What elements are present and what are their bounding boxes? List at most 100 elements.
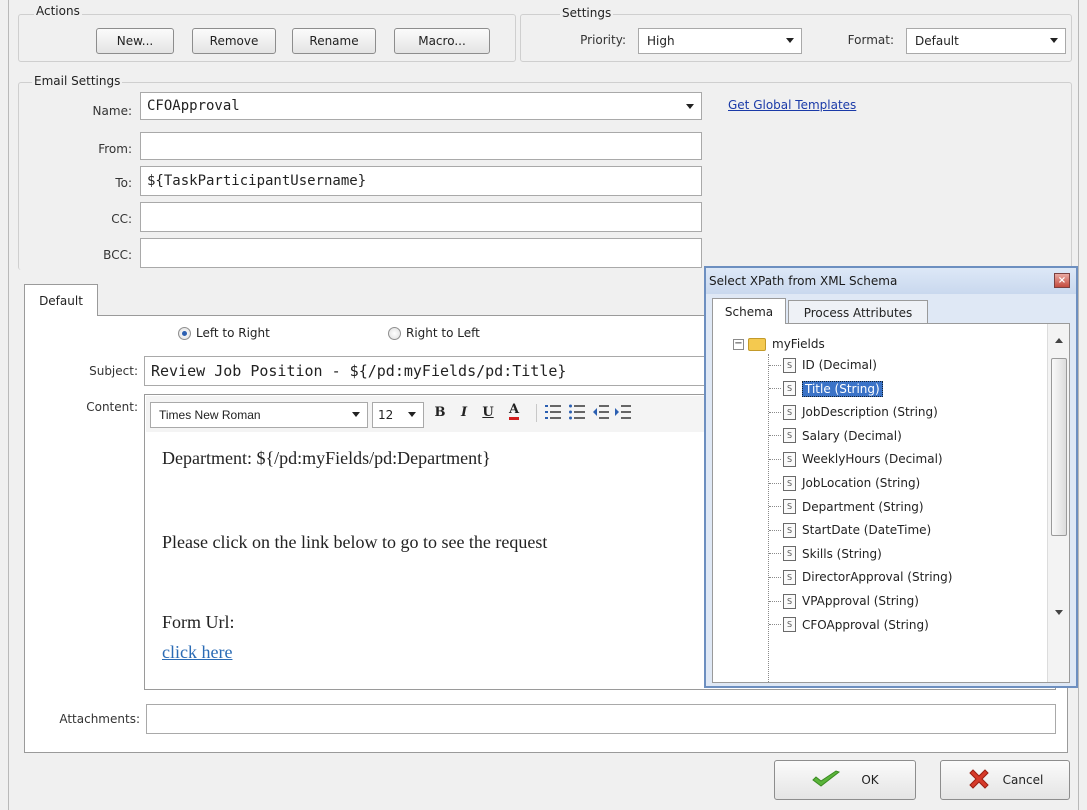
xpath-tab-schema-label: Schema	[724, 304, 774, 319]
tree-node[interactable]: S DirectorApproval (String)	[769, 566, 952, 588]
bcc-field[interactable]	[140, 238, 702, 268]
italic-button[interactable]: I	[456, 405, 472, 420]
field-node-icon: S	[783, 569, 796, 585]
bullet-list-icon[interactable]	[568, 402, 586, 424]
font-select[interactable]: Times New Roman	[150, 402, 368, 428]
chevron-down-icon	[686, 104, 694, 109]
cancel-label: Cancel	[1002, 773, 1044, 787]
tree-connector	[769, 624, 781, 626]
field-node-icon: S	[783, 451, 796, 467]
checkmark-icon	[811, 769, 841, 792]
tree-node[interactable]: S Skills (String)	[769, 543, 882, 565]
field-node-icon: S	[783, 381, 796, 397]
field-node-icon: S	[783, 593, 796, 609]
tree-node[interactable]: S CFOApproval (String)	[769, 614, 929, 636]
tree-node-label: Title (String)	[802, 380, 883, 397]
macro-button[interactable]: Macro...	[394, 28, 490, 54]
scroll-thumb[interactable]	[1051, 358, 1067, 536]
priority-value: High	[647, 34, 675, 48]
tree-node-label: ID (Decimal)	[802, 358, 877, 372]
click-here-link[interactable]: click here	[162, 642, 232, 663]
tree-connector	[769, 506, 781, 508]
tree-connector	[769, 364, 781, 366]
to-label: To:	[115, 176, 132, 190]
priority-select[interactable]: High	[638, 28, 802, 54]
xpath-dialog-title: Select XPath from XML Schema	[709, 274, 898, 288]
indent-icon[interactable]	[614, 402, 632, 424]
tree-node-label: DirectorApproval (String)	[802, 570, 953, 585]
name-value: CFOApproval	[147, 98, 240, 114]
font-size-select[interactable]: 12	[372, 402, 424, 428]
xpath-dialog-close[interactable]: ×	[1054, 273, 1070, 288]
tree-node[interactable]: S StartDate (DateTime)	[769, 519, 931, 541]
remove-button[interactable]: Remove	[192, 28, 276, 54]
tab-default[interactable]: Default	[24, 284, 98, 316]
ltr-label: Left to Right	[196, 326, 270, 340]
collapse-icon[interactable]: −	[733, 338, 744, 350]
numbered-list-icon[interactable]	[544, 402, 562, 424]
rename-button[interactable]: Rename	[292, 28, 376, 54]
cancel-button[interactable]: Cancel	[940, 760, 1070, 800]
outdent-icon[interactable]	[592, 402, 610, 424]
tree-node-label: Skills (String)	[802, 546, 882, 561]
xpath-tab-schema[interactable]: Schema	[712, 298, 786, 324]
tree-node[interactable]: S WeeklyHours (Decimal)	[769, 448, 943, 470]
tree-node[interactable]: S JobLocation (String)	[769, 472, 920, 494]
content-body-line1: Department: ${/pd:myFields/pd:Department…	[162, 448, 491, 468]
tree-node[interactable]: S Title (String)	[769, 378, 883, 400]
tree-root-label: myFields	[772, 337, 825, 351]
priority-label: Priority:	[580, 33, 626, 47]
to-field[interactable]: ${TaskParticipantUsername}	[140, 166, 702, 196]
font-color-button[interactable]: A	[504, 402, 524, 426]
scroll-down-icon[interactable]	[1055, 610, 1063, 615]
field-node-icon: S	[783, 475, 796, 491]
ltr-radio[interactable]	[178, 327, 191, 340]
tree-node[interactable]: S Salary (Decimal)	[769, 425, 902, 447]
scroll-up-icon[interactable]	[1055, 338, 1063, 343]
ok-label: OK	[861, 773, 879, 787]
font-color-icon: A	[508, 402, 520, 420]
actions-group-label: Actions	[34, 4, 82, 18]
new-button[interactable]: New...	[96, 28, 174, 54]
font-value: Times New Roman	[159, 408, 261, 422]
rtl-label: Right to Left	[406, 326, 480, 340]
chevron-down-icon	[352, 412, 360, 417]
email-settings-label: Email Settings	[32, 74, 123, 88]
field-node-icon: S	[783, 357, 796, 373]
underline-button[interactable]: U	[480, 405, 496, 420]
rtl-radio[interactable]	[388, 327, 401, 340]
tree-scrollbar[interactable]	[1047, 324, 1069, 682]
tree-node[interactable]: S VPApproval (String)	[769, 590, 919, 612]
from-field[interactable]	[140, 132, 702, 160]
format-select[interactable]: Default	[906, 28, 1066, 54]
tree-node-label: WeeklyHours (Decimal)	[802, 452, 943, 467]
xpath-tab-process-attributes[interactable]: Process Attributes	[788, 300, 928, 324]
chevron-down-icon	[1050, 38, 1058, 43]
tree-node[interactable]: S ID (Decimal)	[769, 354, 877, 376]
tree-node[interactable]: S JobDescription (String)	[769, 401, 938, 423]
format-label: Format:	[847, 33, 894, 47]
tree-node-label: StartDate (DateTime)	[802, 523, 932, 538]
tree-node[interactable]: S Department (String)	[769, 496, 924, 518]
tree-node-label: CFOApproval (String)	[802, 617, 929, 632]
subject-label: Subject:	[89, 364, 138, 378]
attachments-field[interactable]	[146, 704, 1056, 734]
field-node-icon: S	[783, 428, 796, 444]
cc-field[interactable]	[140, 202, 702, 232]
bold-button[interactable]: B	[432, 405, 448, 420]
xpath-tree-panel: − myFields S ID (Decimal) S Title (String) S…	[712, 323, 1070, 683]
name-select[interactable]: CFOApproval	[140, 92, 702, 120]
xpath-dialog: Select XPath from XML Schema × Schema Pr…	[704, 266, 1078, 688]
tree-connector	[769, 388, 781, 390]
tab-default-label: Default	[39, 293, 83, 308]
xpath-dialog-titlebar: Select XPath from XML Schema	[706, 268, 1076, 294]
tree-node-label: Salary (Decimal)	[802, 428, 902, 443]
tree-root-row[interactable]: − myFields	[733, 334, 825, 354]
tree-node-label: Department (String)	[802, 499, 924, 514]
ok-button[interactable]: OK	[774, 760, 916, 800]
subject-field[interactable]: Review Job Position - ${/pd:myFields/pd:…	[144, 356, 708, 386]
tree-node-label: JobLocation (String)	[802, 476, 921, 490]
get-global-templates-link[interactable]: Get Global Templates	[728, 98, 856, 112]
font-size-value: 12	[378, 408, 394, 422]
close-icon: ×	[1057, 274, 1067, 286]
